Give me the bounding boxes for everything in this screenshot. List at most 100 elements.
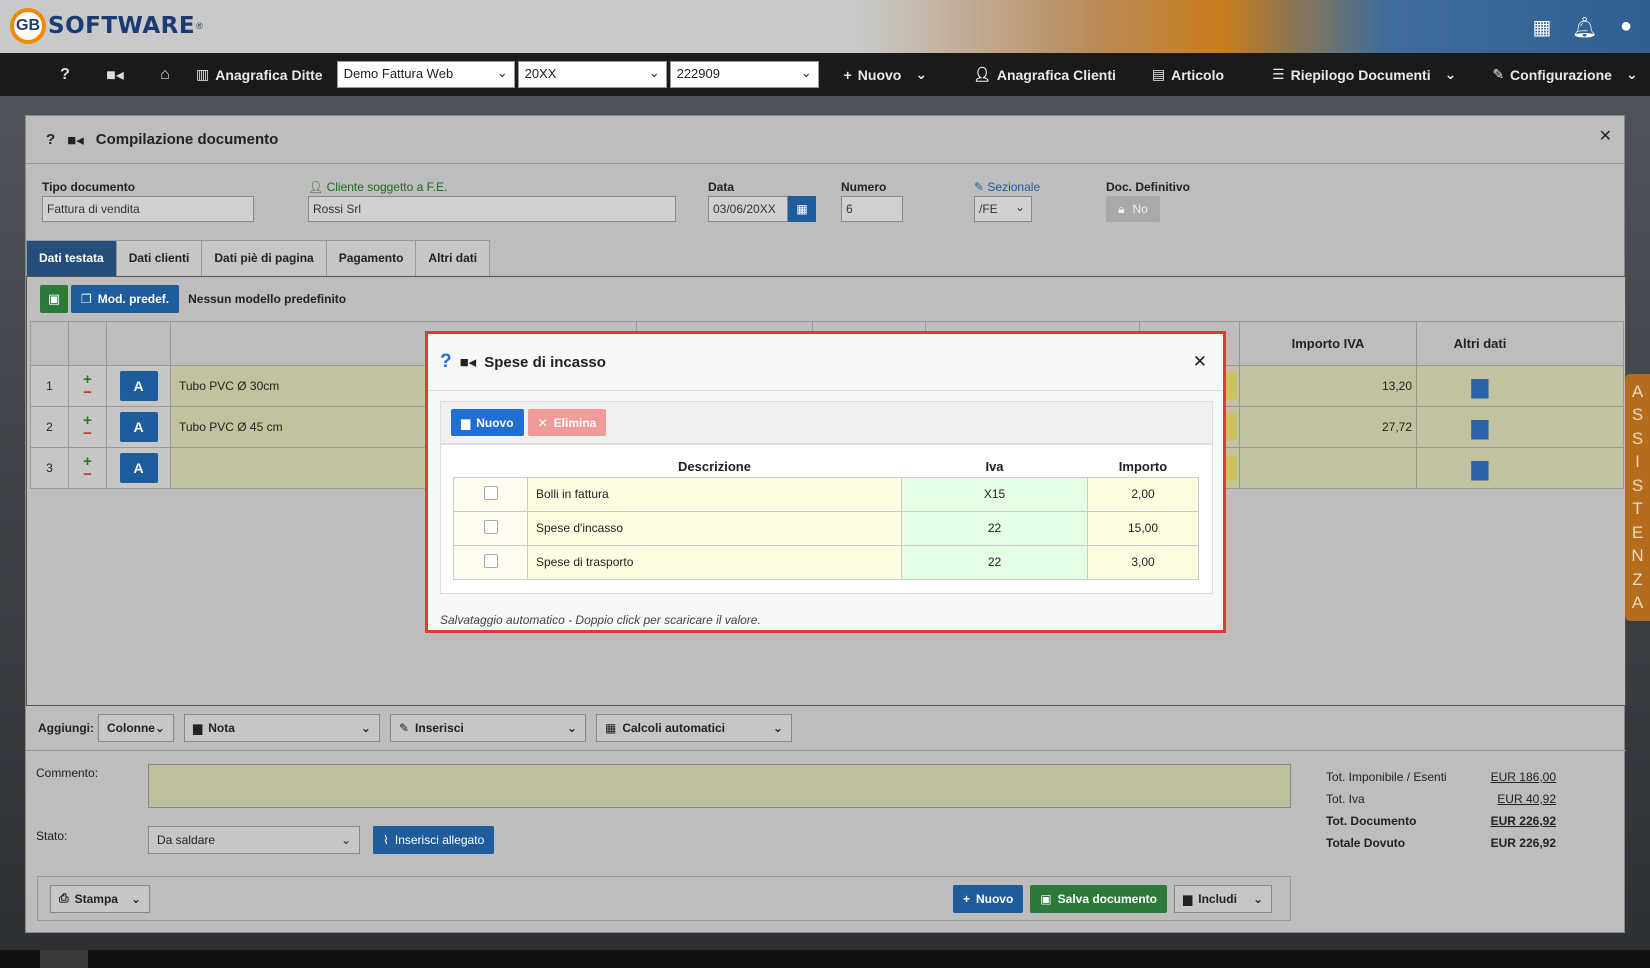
modal-footer-note: Salvataggio automatico - Doppio click pe…: [440, 613, 761, 627]
row-a-button[interactable]: A: [119, 453, 158, 483]
row-add-remove[interactable]: + −: [69, 407, 107, 447]
colonne-dropdown[interactable]: Colonne ⌄: [97, 714, 174, 742]
modal-nuovo-button[interactable]: ▆ Nuovo: [451, 409, 524, 436]
stampa-dropdown[interactable]: ⎙ Stampa ⌄: [50, 884, 150, 913]
nota-dropdown[interactable]: ▆ Nota ⌄: [183, 714, 380, 742]
chevron-down-icon: ⌄: [800, 65, 812, 80]
tab-dati-testata[interactable]: Dati testata: [26, 240, 117, 276]
tab-dati-pie-di-pagina[interactable]: Dati piè di pagina: [201, 240, 327, 276]
doc-definitivo-toggle[interactable]: 🔒︎ No: [1106, 196, 1160, 222]
salva-documento-label: Salva documento: [1057, 891, 1157, 906]
footer-actions-bar: ⎙ Stampa ⌄ + Nuovo ▣ Salva documento ▆ Includ…: [37, 876, 1291, 921]
document-icon[interactable]: ▆: [1472, 373, 1489, 399]
video-camera-icon[interactable]: ■◂: [90, 65, 140, 85]
help-nav-icon[interactable]: ?: [40, 66, 90, 84]
row-checkbox[interactable]: [483, 485, 498, 500]
nav-anagrafica-ditte[interactable]: ▥ Anagrafica Ditte: [196, 66, 323, 83]
gb-software-logo[interactable]: GB SOFTWARE ®: [10, 8, 203, 44]
year-select[interactable]: 20XX ⌄: [517, 61, 667, 88]
spesa-descrizione[interactable]: Spese di trasporto: [527, 544, 902, 580]
code-select[interactable]: 222909 ⌄: [669, 61, 819, 88]
table-row[interactable]: Bolli in fattura X15 2,00: [453, 476, 1199, 512]
spesa-iva[interactable]: X15: [901, 476, 1088, 512]
close-icon[interactable]: ✕: [1599, 126, 1612, 146]
row-checkbox[interactable]: [483, 553, 498, 568]
minus-icon[interactable]: −: [83, 426, 92, 441]
modal-toolbar: ▆ Nuovo ✕ Elimina: [440, 401, 1213, 444]
nuovo-button[interactable]: + Nuovo: [952, 884, 1024, 913]
tab-altri-dati[interactable]: Altri dati: [415, 240, 491, 276]
commento-textarea[interactable]: [148, 764, 1291, 808]
spesa-iva[interactable]: 22: [901, 510, 1088, 546]
calcoli-label: Calcoli automatici: [622, 721, 726, 735]
nav-nuovo[interactable]: + Nuovo ⌄: [844, 66, 927, 83]
home-icon[interactable]: ⌂: [140, 66, 190, 84]
salva-documento-button[interactable]: ▣ Salva documento: [1030, 884, 1167, 913]
sezionale-label-text: Sezionale: [987, 180, 1041, 194]
inserisci-dropdown[interactable]: ✎ Inserisci ⌄: [389, 714, 586, 742]
stato-select[interactable]: Da saldare ⌄: [148, 826, 360, 854]
row-add-remove[interactable]: + −: [69, 366, 107, 406]
spesa-descrizione[interactable]: Spese d'incasso: [527, 510, 902, 546]
assistenza-letter: Z: [1632, 569, 1643, 589]
nav-anagrafica-clienti[interactable]: 👤︎ Anagrafica Clienti: [973, 66, 1116, 83]
spesa-importo[interactable]: 2,00: [1087, 476, 1199, 512]
plus-icon: +: [843, 66, 852, 83]
inserisci-allegato-button[interactable]: ⌇ Inserisci allegato: [373, 826, 495, 854]
document-icon[interactable]: ▆: [1472, 414, 1489, 440]
help-icon[interactable]: ?: [440, 351, 452, 373]
nav-configurazione[interactable]: ✎ Configurazione ⌄: [1492, 66, 1637, 83]
sezionale-label[interactable]: ✎ Sezionale: [974, 180, 1040, 194]
total-row: Tot. Iva EUR 40,92: [1326, 788, 1556, 810]
calcoli-automatici-dropdown[interactable]: ▦ Calcoli automatici ⌄: [595, 714, 792, 742]
spesa-importo[interactable]: 3,00: [1087, 544, 1199, 580]
mod-predef-button[interactable]: ❐ Mod. predef.: [71, 285, 180, 313]
cliente-input[interactable]: Rossi Srl: [308, 196, 676, 222]
bell-icon[interactable]: 🔔︎: [1572, 15, 1597, 40]
panel-header: ? ■◂ Compilazione documento: [26, 116, 1624, 164]
nav-anagrafica-clienti-label: Anagrafica Clienti: [996, 66, 1116, 83]
row-add-remove[interactable]: + −: [69, 448, 107, 488]
video-camera-icon[interactable]: ■◂: [460, 353, 477, 371]
minus-icon[interactable]: −: [83, 467, 92, 482]
total-row: Tot. Documento EUR 226,92: [1326, 810, 1556, 832]
assistenza-tab[interactable]: A S S I S T E N Z A: [1625, 374, 1650, 621]
total-value[interactable]: EUR 40,92: [1497, 792, 1556, 806]
total-value[interactable]: EUR 226,92: [1491, 814, 1556, 828]
save-icon-button[interactable]: ▣: [40, 285, 68, 313]
spesa-iva[interactable]: 22: [901, 544, 1088, 580]
tab-dati-clienti[interactable]: Dati clienti: [115, 240, 203, 276]
includi-dropdown[interactable]: ▆ Includi ⌄: [1174, 884, 1272, 913]
calendar-icon[interactable]: ▦: [788, 196, 816, 222]
close-icon[interactable]: ✕: [1193, 352, 1207, 372]
row-a-button[interactable]: A: [119, 371, 158, 401]
table-row[interactable]: Spese di trasporto 22 3,00: [453, 544, 1199, 580]
column-header-importo: Importo: [1087, 457, 1199, 478]
save-icon: ▣: [1040, 891, 1052, 906]
company-select[interactable]: Demo Fattura Web ⌄: [336, 61, 515, 88]
row-checkbox[interactable]: [483, 519, 498, 534]
user-icon[interactable]: ●: [1614, 15, 1638, 40]
help-icon[interactable]: ?: [46, 131, 55, 148]
minus-icon[interactable]: −: [83, 385, 92, 400]
nav-articolo[interactable]: ▤ Articolo: [1152, 66, 1224, 83]
table-row[interactable]: Spese d'incasso 22 15,00: [453, 510, 1199, 546]
video-camera-icon[interactable]: ■◂: [67, 131, 84, 149]
spesa-descrizione[interactable]: Bolli in fattura: [527, 476, 902, 512]
numero-input[interactable]: 6: [841, 196, 903, 222]
apps-grid-icon[interactable]: ▦: [1530, 15, 1554, 40]
data-input[interactable]: 03/06/20XX: [708, 196, 788, 222]
spesa-importo[interactable]: 15,00: [1087, 510, 1199, 546]
total-value[interactable]: EUR 186,00: [1491, 770, 1556, 784]
sezionale-select[interactable]: /FE ⌄: [974, 196, 1032, 222]
nav-riepilogo-documenti[interactable]: ☰ Riepilogo Documenti ⌄: [1272, 66, 1456, 83]
tipo-documento-input[interactable]: Fattura di vendita: [42, 196, 254, 222]
document-icon[interactable]: ▆: [1472, 455, 1489, 481]
row-a-button[interactable]: A: [119, 412, 158, 442]
tab-pagamento[interactable]: Pagamento: [325, 240, 417, 276]
row-importo-iva: 27,72: [1240, 407, 1417, 447]
chevron-down-icon: ⌄: [1625, 66, 1638, 82]
modal-elimina-button[interactable]: ✕ Elimina: [527, 409, 607, 436]
colonne-label: Colonne: [106, 721, 155, 735]
totals-box: Tot. Imponibile / Esenti EUR 186,00 Tot. …: [1326, 766, 1556, 854]
